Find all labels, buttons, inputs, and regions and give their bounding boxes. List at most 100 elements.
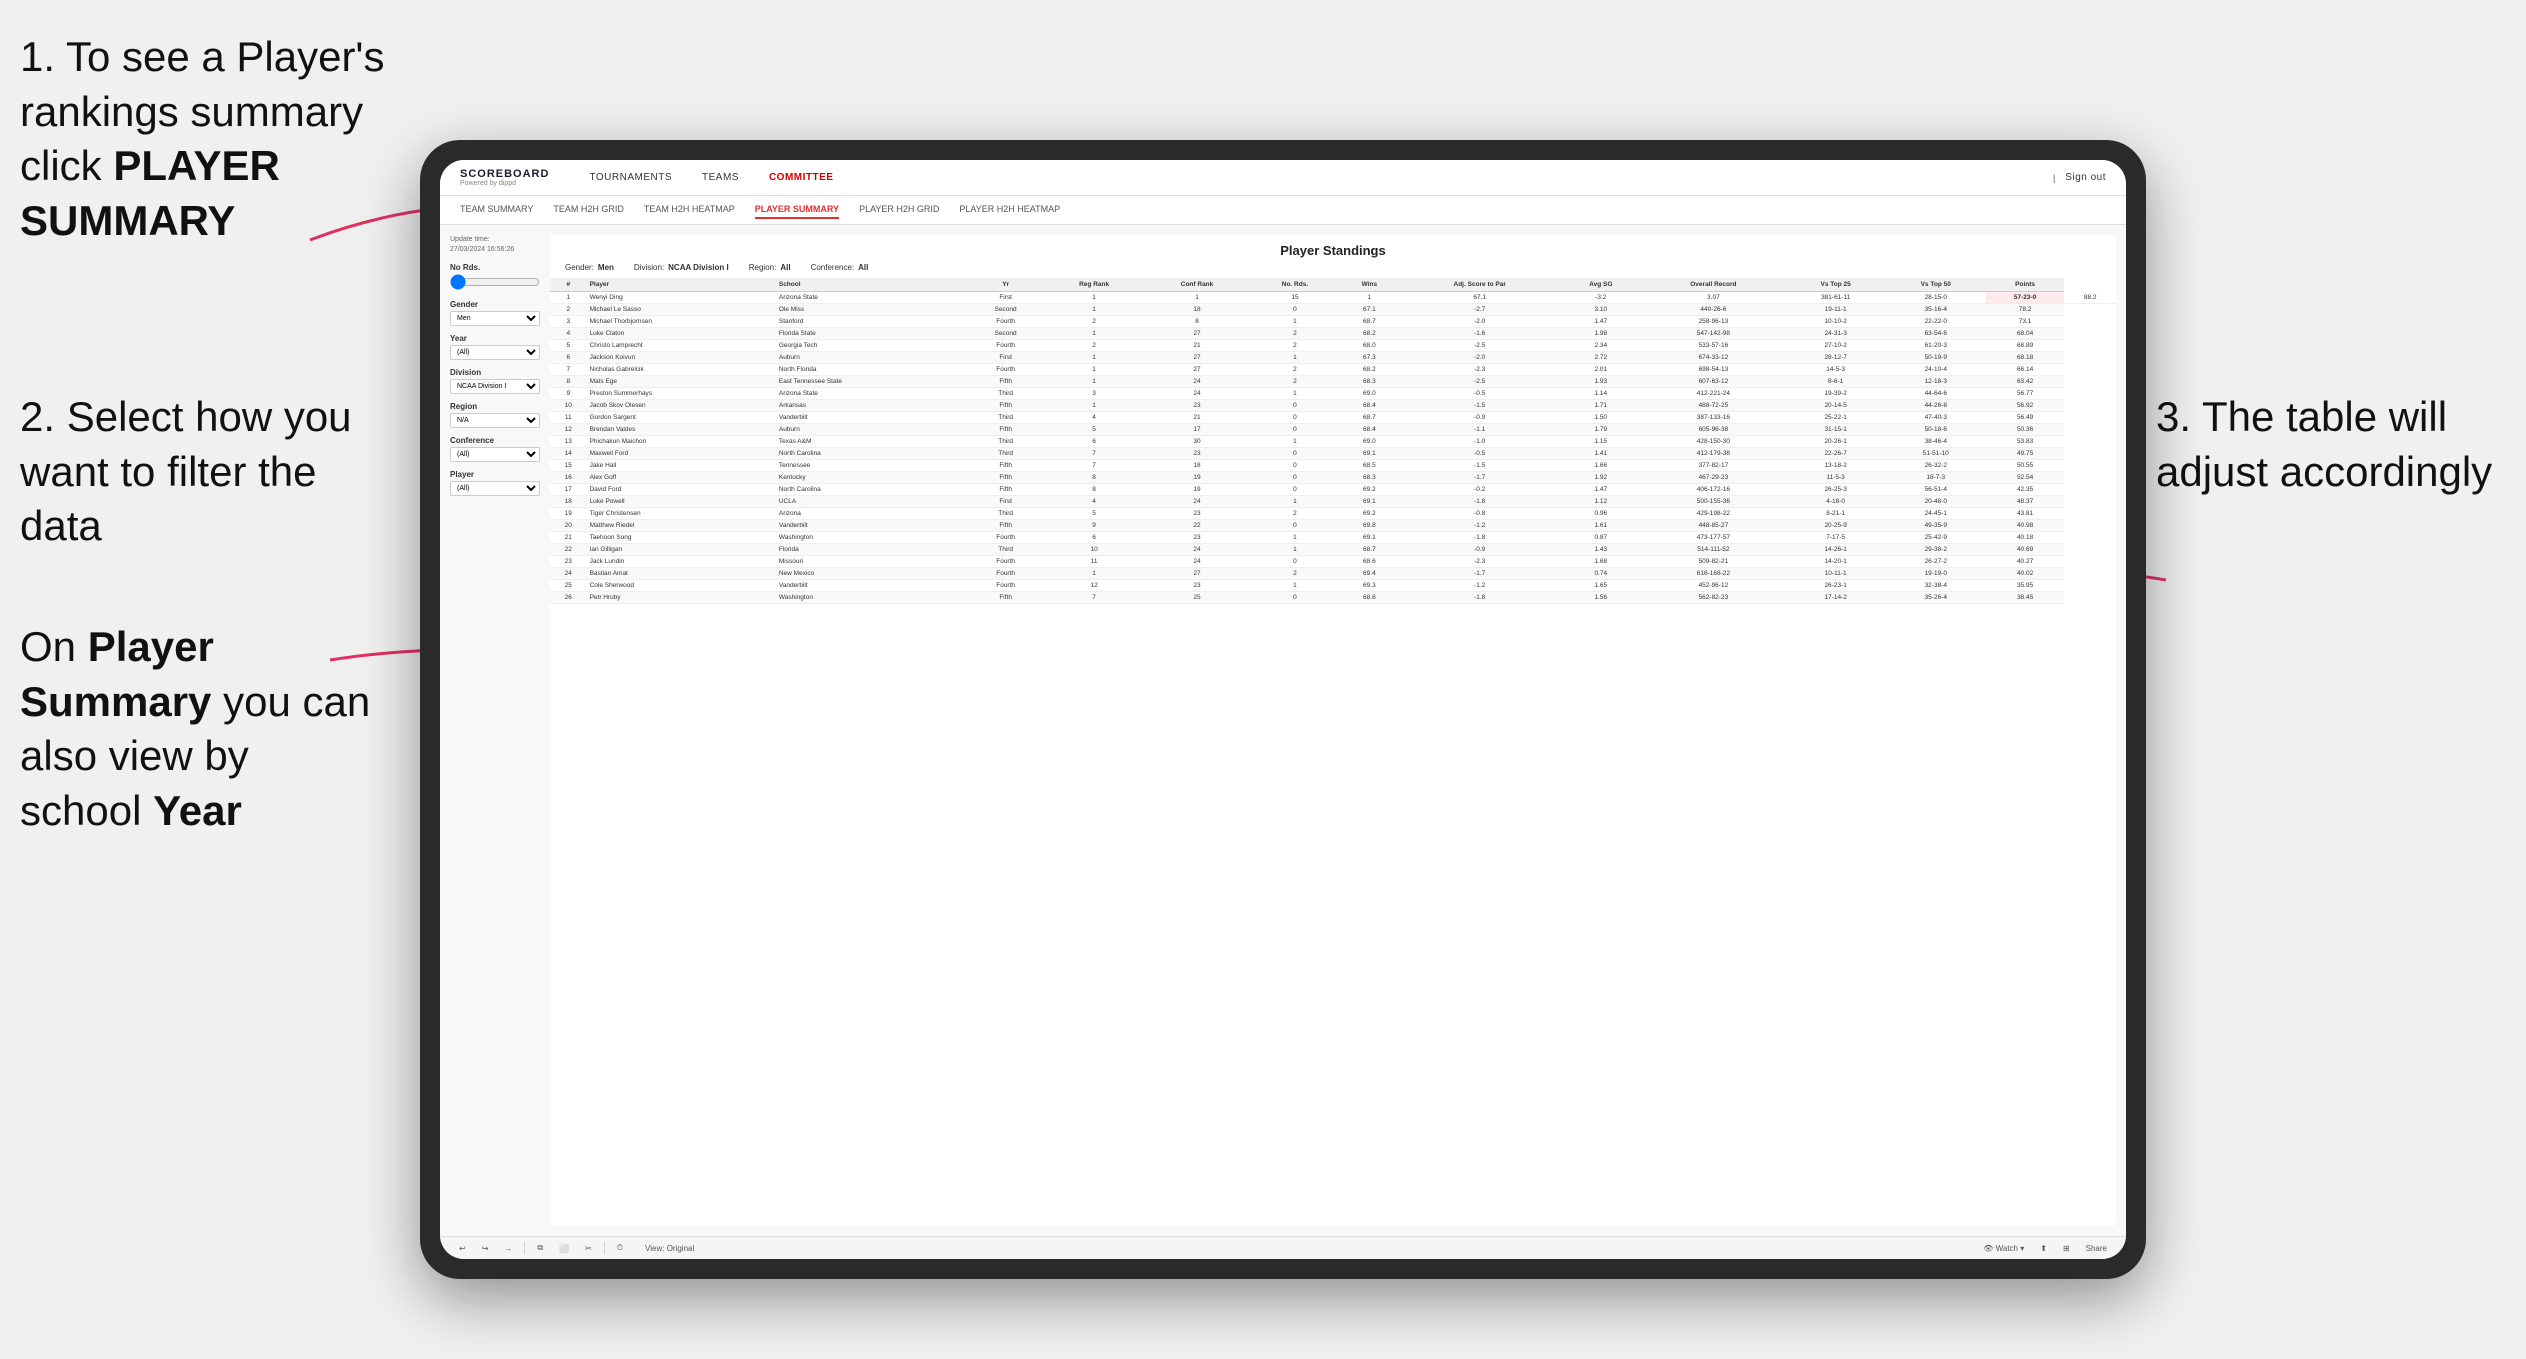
table-cell: 38.45 [1986,592,2065,604]
subnav-team-summary[interactable]: TEAM SUMMARY [460,201,533,219]
table-cell: Taehoon Song [587,532,776,544]
table-cell: First [967,496,1045,508]
table-cell: 68.2 [1340,328,1399,340]
filter-player-label: Player [450,470,540,479]
table-cell: Fourth [967,364,1045,376]
table-row: 11Gordon SargentVanderbiltThird421068.7-… [550,412,2116,424]
nav-sign-out[interactable]: Sign out [2065,172,2106,183]
th-conf-rank: Conf Rank [1144,278,1250,292]
toolbar-undo[interactable]: ↩ [455,1242,470,1255]
toolbar-export-btn[interactable]: ⬆ [2036,1242,2051,1255]
table-cell: 547-142-98 [1641,328,1785,340]
table-cell: Fifth [967,592,1045,604]
table-cell: -2.0 [1399,316,1560,328]
toolbar-grid-btn[interactable]: ⊞ [2059,1242,2074,1255]
table-cell: Third [967,412,1045,424]
table-cell: 15 [1250,292,1339,304]
table-row: 3Michael ThorbjornsenStanfordFourth28168… [550,316,2116,328]
toolbar-clock[interactable]: ⏱ [613,1241,627,1255]
table-cell: 0 [1250,484,1339,496]
table-cell: 0 [1250,592,1339,604]
th-wins: Wins [1340,278,1399,292]
table-cell: 63.42 [1986,376,2065,388]
table-cell: Third [967,508,1045,520]
table-row: 5Christo LamprechtGeorgia TechFourth2212… [550,340,2116,352]
table-cell: -2.3 [1399,364,1560,376]
table-cell: -0.9 [1399,412,1560,424]
subnav-player-summary[interactable]: PLAYER SUMMARY [755,201,839,219]
subnav-player-h2h-grid[interactable]: PLAYER H2H GRID [859,201,939,219]
table-cell: 0 [1250,424,1339,436]
table-row: 20Matthew RiedelVanderbiltFifth922069.8-… [550,520,2116,532]
table-cell: -1.1 [1399,424,1560,436]
table-cell: -2.3 [1399,556,1560,568]
instruction-on-year: Year [153,787,242,834]
filter-gender: Gender Men Women [450,300,540,326]
toolbar-redo[interactable]: ↪ [478,1242,493,1255]
subnav-player-h2h-heatmap[interactable]: PLAYER H2H HEATMAP [959,201,1060,219]
filter-gender-select[interactable]: Men Women [450,311,540,326]
table-cell: 0 [1250,520,1339,532]
table-cell: 440-26-6 [1641,304,1785,316]
table-cell: 21 [550,532,587,544]
table-cell: Fourth [967,556,1045,568]
filter-division-select[interactable]: NCAA Division I NCAA Division II [450,379,540,394]
filter-region: Region N/A All [450,402,540,428]
table-cell: 23 [550,556,587,568]
filter-conference: Conference (All) [450,436,540,462]
table-cell: 1.56 [1560,592,1641,604]
table-filter-region: Region: All [749,263,791,272]
table-cell: 25-22-1 [1786,412,1886,424]
filter-region-select[interactable]: N/A All [450,413,540,428]
filter-no-rds-slider[interactable] [450,274,540,290]
table-cell: -0.2 [1399,484,1560,496]
table-cell: 1 [1250,388,1339,400]
toolbar-right: 👁 Watch ▾ ⬆ ⊞ Share [1979,1242,2111,1255]
subnav-team-h2h-heatmap[interactable]: TEAM H2H HEATMAP [644,201,735,219]
table-cell: Auburn [776,424,967,436]
table-cell: 69.1 [1340,532,1399,544]
filter-conference-select[interactable]: (All) [450,447,540,462]
table-cell: 22-22-0 [1886,316,1986,328]
toolbar-paste[interactable]: ⬜ [555,1242,573,1255]
table-cell: 9 [550,388,587,400]
nav-item-tournaments[interactable]: TOURNAMENTS [589,172,672,183]
table-cell: 17-14-2 [1786,592,1886,604]
table-cell: 14 [550,448,587,460]
subnav-team-h2h-grid[interactable]: TEAM H2H GRID [553,201,624,219]
table-cell: 19 [1144,484,1250,496]
table-cell: 8 [1044,484,1143,496]
table-cell: 412-221-24 [1641,388,1785,400]
table-cell: 22-26-7 [1786,448,1886,460]
table-cell: 24 [1144,388,1250,400]
table-cell: Nicholas Gabrelcik [587,364,776,376]
nav-pipe: | [2053,173,2055,183]
filter-no-rds-label: No Rds. [450,263,540,272]
toolbar-copy[interactable]: ⧉ [533,1241,547,1255]
nav-item-teams[interactable]: TEAMS [702,172,739,183]
table-cell: First [967,292,1045,304]
nav-item-committee[interactable]: COMMITTEE [769,172,834,183]
table-cell: 88.2 [2064,292,2116,304]
table-cell: 7 [1044,592,1143,604]
table-cell: 69.8 [1340,520,1399,532]
filter-player-select[interactable]: (All) [450,481,540,496]
table-cell: 428-150-30 [1641,436,1785,448]
table-cell: 1 [1250,544,1339,556]
table-cell: 377-82-17 [1641,460,1785,472]
table-row: 10Jacob Skov OlesenArkansasFifth123068.4… [550,400,2116,412]
toolbar-forward[interactable]: → [500,1242,516,1255]
table-cell: 2.01 [1560,364,1641,376]
table-cell: 1 [1044,364,1143,376]
toolbar-cut[interactable]: ✂ [581,1242,596,1255]
table-cell: 1.14 [1560,388,1641,400]
table-cell: 7 [550,364,587,376]
toolbar-watch-btn[interactable]: 👁 Watch ▾ [1979,1242,2028,1255]
table-cell: 27 [1144,328,1250,340]
table-cell: 3.07 [1641,292,1785,304]
table-cell: 35-26-4 [1886,592,1986,604]
table-cell: 18 [550,496,587,508]
filter-year-select[interactable]: (All) First Second Third Fourth Fifth [450,345,540,360]
toolbar-share-btn[interactable]: Share [2082,1242,2111,1255]
table-cell: 1 [1044,328,1143,340]
